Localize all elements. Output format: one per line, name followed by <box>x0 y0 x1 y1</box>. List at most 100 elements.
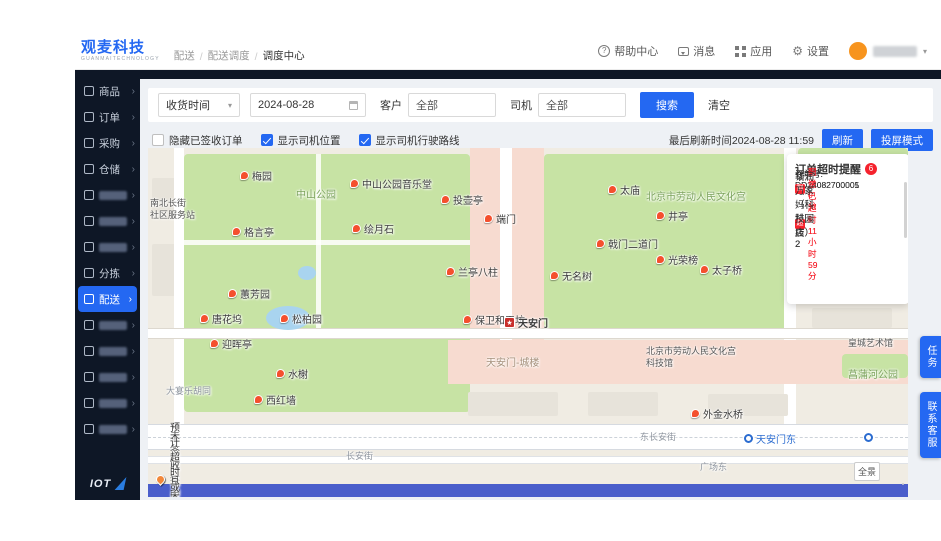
user-menu[interactable]: ▾ <box>848 42 927 60</box>
map-poi-marker[interactable]: 格言亭 <box>232 224 274 239</box>
chevron-right-icon: › <box>131 85 135 97</box>
metro-station-icon <box>864 433 873 442</box>
poi-pin-icon <box>656 255 665 264</box>
chevron-right-icon: › <box>128 293 132 305</box>
app-root: 观麦科技 GUANMAITECHNOLOGY 配送 / 配送调度 / 调度中心 ? 帮助… <box>0 0 941 541</box>
menu-icon <box>84 346 94 356</box>
sidebar-item-9-redacted[interactable]: › <box>75 312 140 338</box>
breadcrumb-item-0[interactable]: 配送 <box>174 48 195 63</box>
show-driver-position-label: 显示司机位置 <box>277 134 341 147</box>
overdue-orders-panel: 订单超时提醒 6 超配送已超时11小时59分钱大妈科技订单号: DD240827… <box>787 154 908 304</box>
sidebar-item-1[interactable]: 订单 › <box>75 104 140 130</box>
map-poi-marker[interactable]: 兰亭八柱 <box>446 264 498 279</box>
customer-input[interactable]: 全部 <box>408 93 496 117</box>
map-poi-marker[interactable]: 绘月石 <box>352 221 394 236</box>
time-type-select[interactable]: 收货时间 ▾ <box>158 93 240 117</box>
sidebar-item-13-redacted[interactable]: › <box>75 416 140 442</box>
map-poi-marker[interactable]: 松柏园 <box>280 311 322 326</box>
sidebar-item-2[interactable]: 采购 › <box>75 130 140 156</box>
hide-signed-label: 隐藏已签收订单 <box>169 134 243 147</box>
map-poi-marker[interactable]: 投壶亭 <box>441 192 483 207</box>
map-poi-marker[interactable]: 水榭 <box>276 366 308 381</box>
show-driver-position-checkbox[interactable]: 显示司机位置 <box>260 133 341 148</box>
side-tab-1[interactable]: 联系客服 <box>920 392 941 458</box>
sidebar-item-7[interactable]: 分拣 › <box>75 260 140 286</box>
poi-pin-icon <box>254 395 263 404</box>
map-poi-marker[interactable]: 唐花坞 <box>200 311 242 326</box>
messages-link[interactable]: 消息 <box>678 43 715 59</box>
iot-logo-text: IOT <box>89 477 112 490</box>
map-poi-marker[interactable]: 无名树 <box>550 268 592 283</box>
sidebar-item-4-redacted[interactable]: › <box>75 182 140 208</box>
map-poi-metroicon[interactable] <box>864 433 873 442</box>
chevron-right-icon: › <box>131 371 135 383</box>
map-poi-marker[interactable]: 中山公园音乐堂 <box>350 176 432 191</box>
sidebar-item-8[interactable]: 配送 › <box>78 286 137 312</box>
map-poi-marker[interactable]: 太子桥 <box>700 262 742 277</box>
map-poi-badge[interactable]: ★ 天安门 <box>504 315 548 330</box>
map-label-text: 太庙 <box>620 186 640 197</box>
sidebar-item-10-redacted[interactable]: › <box>75 338 140 364</box>
map-poi-marker[interactable]: 端门 <box>484 211 516 226</box>
sidebar-footer-logo: IOT <box>75 477 140 490</box>
panel-scrollbar[interactable] <box>904 182 907 238</box>
menu-icon <box>84 216 94 226</box>
clear-button[interactable]: 清空 <box>708 97 730 113</box>
poi-pin-icon <box>550 271 559 280</box>
menu-icon <box>84 424 94 434</box>
caret-down-icon: ▾ <box>922 46 927 56</box>
breadcrumb-item-1[interactable]: 配送调度 <box>208 48 250 63</box>
map-label-text: 皇城艺术馆 <box>848 338 894 348</box>
sidebar-item-5-redacted[interactable]: › <box>75 208 140 234</box>
sidebar-item-label <box>99 424 127 434</box>
chevron-right-icon: › <box>131 397 135 409</box>
help-label: 帮助中心 <box>614 46 659 58</box>
map-poi-marker[interactable]: 戟门二道门 <box>596 236 658 251</box>
map-label-text: 东长安街 <box>640 432 677 442</box>
menu-icon <box>84 190 94 200</box>
settings-label: 设置 <box>806 46 829 58</box>
sidebar-item-12-redacted[interactable]: › <box>75 390 140 416</box>
hide-signed-checkbox[interactable]: 隐藏已签收订单 <box>152 133 243 148</box>
sidebar-item-3[interactable]: 仓储 › <box>75 156 140 182</box>
settings-link[interactable]: ⚙ 设置 <box>792 43 829 59</box>
map-poi-park: 北京市劳动人民文化宫 <box>646 188 746 203</box>
map-label-text: 西红墙 <box>266 396 296 407</box>
chevron-right-icon: › <box>131 319 135 331</box>
breadcrumb-separator: / <box>199 50 203 63</box>
map-poi-marker[interactable]: 蕙芳园 <box>228 286 270 301</box>
map-poi-park: 中山公园 <box>296 186 336 201</box>
date-input[interactable]: 2024-08-28 <box>250 93 366 117</box>
brand-title: 观麦科技 <box>81 39 146 56</box>
map-poi-marker[interactable]: 井亭 <box>656 208 688 223</box>
map-poi-marker[interactable]: 西红墙 <box>254 392 296 407</box>
map-label-text: 蕙芳园 <box>240 290 270 301</box>
driver-input[interactable]: 全部 <box>538 93 626 117</box>
map-poi-marker[interactable]: 梅园 <box>240 168 272 183</box>
map-poi-text: 皇城艺术馆 <box>848 336 893 349</box>
map-poi-marker[interactable]: 光荣榜 <box>656 252 698 267</box>
iot-logo-icon <box>114 477 127 490</box>
breadcrumb-separator: / <box>254 50 258 63</box>
show-driver-route-checkbox[interactable]: 显示司机行驶路线 <box>358 133 460 148</box>
panorama-button[interactable]: 全景 <box>853 462 880 481</box>
side-tab-0[interactable]: 任务 <box>920 336 941 378</box>
apps-link[interactable]: 应用 <box>735 43 772 59</box>
sidebar-item-6-redacted[interactable]: › <box>75 234 140 260</box>
search-button[interactable]: 搜索 <box>640 92 694 118</box>
help-center-link[interactable]: ? 帮助中心 <box>598 43 658 59</box>
map-poi-marker[interactable]: 迎晖亭 <box>210 336 252 351</box>
sidebar-item-11-redacted[interactable]: › <box>75 364 140 390</box>
sidebar-item-0[interactable]: 商品 › <box>75 78 140 104</box>
chevron-right-icon: › <box>131 163 135 175</box>
map-label-text: 绘月石 <box>364 225 394 236</box>
map-poi-marker[interactable]: 太庙 <box>608 182 640 197</box>
map-canvas[interactable]: 梅园中山公园 中山公园音乐堂 投壶亭 南北长街 社区服务站格言亭 绘月石 端门 太庙 北京市劳… <box>148 148 908 497</box>
map-label-text: 迎晖亭 <box>222 340 252 351</box>
map-poi-road: 长安街 <box>346 449 373 462</box>
map-label-text: 菖蒲河公园 <box>848 370 898 381</box>
map-poi-marker[interactable]: 外金水桥 <box>691 406 743 421</box>
map-label-text: 戟门二道门 <box>608 240 658 251</box>
map-poi-text2: 南北长街 社区服务站 <box>150 198 195 221</box>
map-poi-metro[interactable]: 天安门东 <box>744 431 796 446</box>
